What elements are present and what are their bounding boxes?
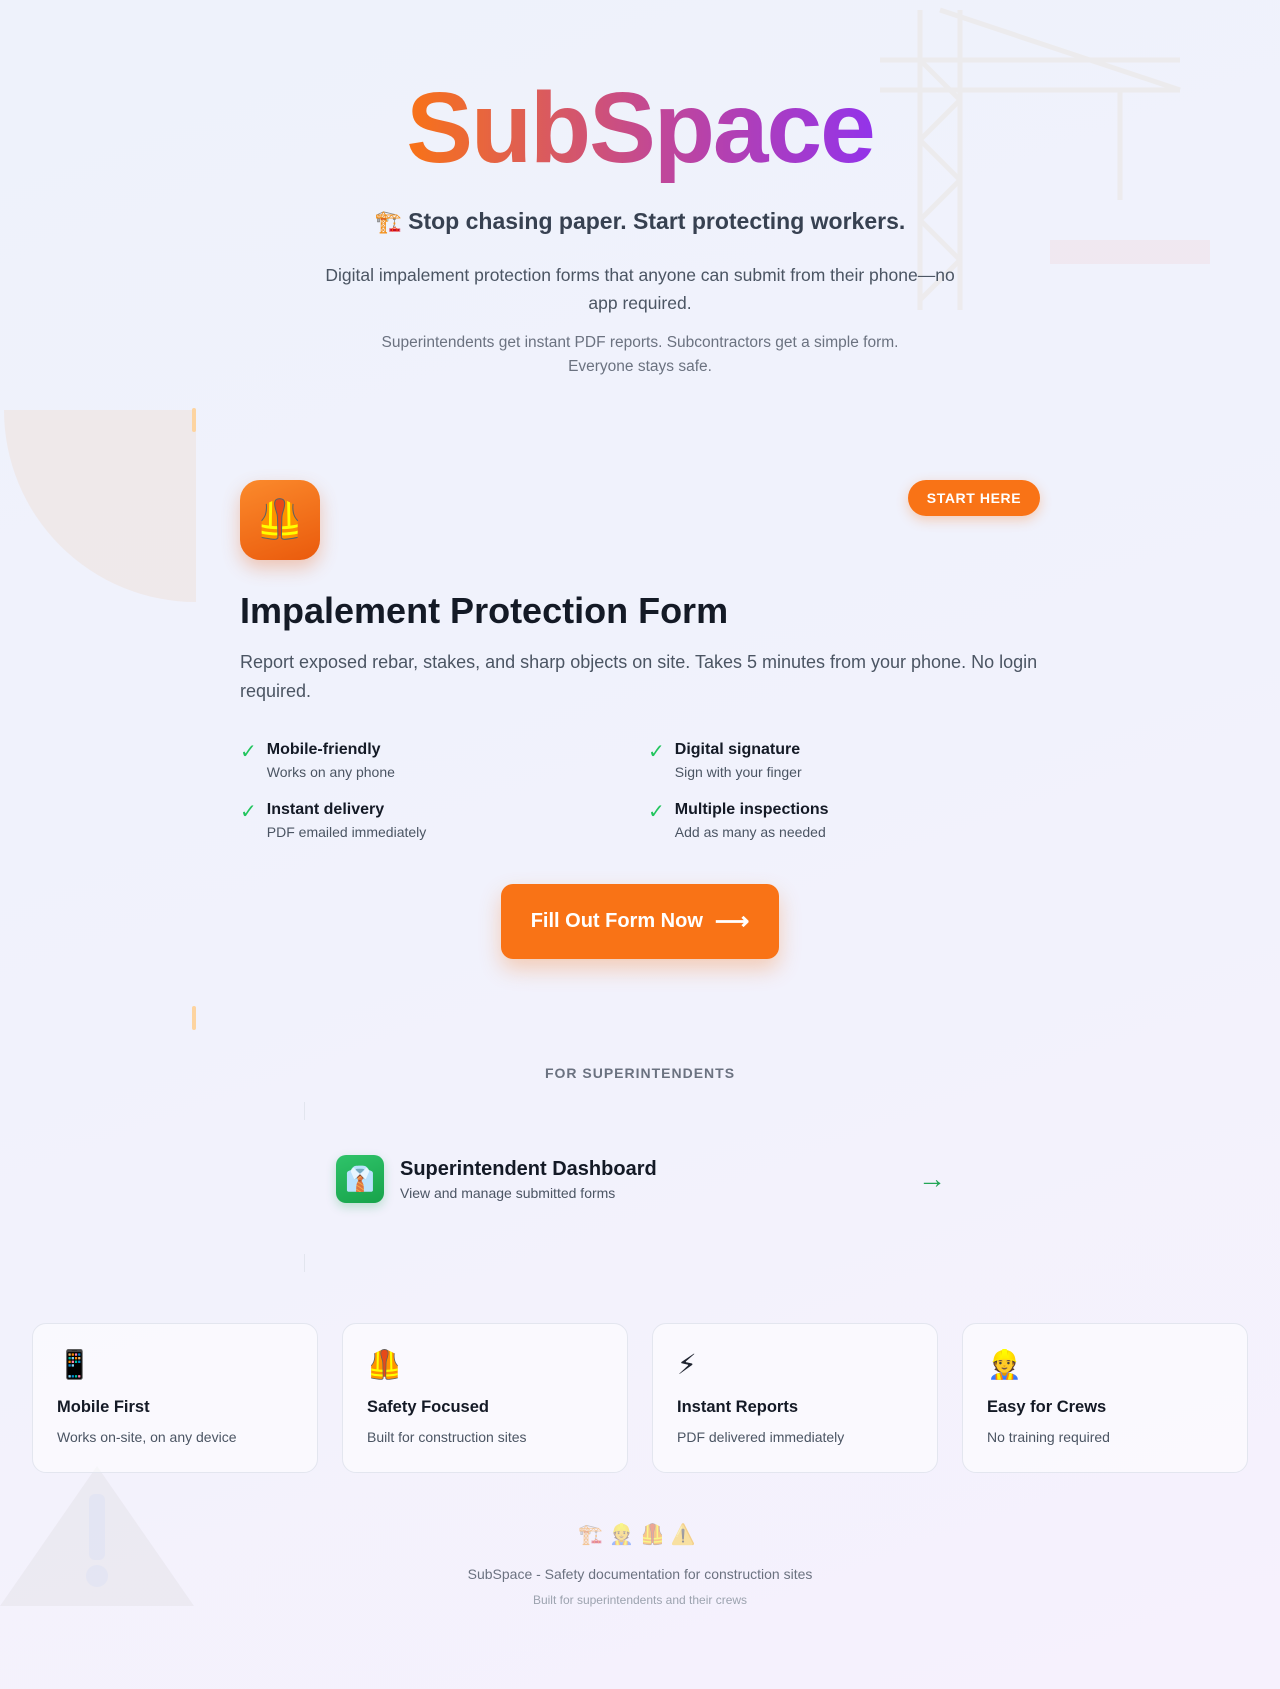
decorative-accent-mark: [192, 408, 196, 432]
card-subtitle: No training required: [987, 1429, 1110, 1445]
crane-icon: 🏗️: [374, 208, 403, 234]
tagline-text: Stop chasing paper. Start protecting wor…: [408, 208, 906, 234]
card-subtitle: Built for construction sites: [367, 1429, 527, 1445]
form-title: Impalement Protection Form: [240, 590, 729, 631]
dashboard-title: Superintendent Dashboard: [400, 1157, 657, 1180]
hero-lead: Digital impalement protection forms that…: [325, 265, 955, 313]
necktie-icon: 👔: [336, 1155, 384, 1203]
construction-worker-icon: 👷: [987, 1349, 1022, 1380]
arrow-right-icon: →: [918, 1163, 946, 1194]
feature-title: Instant delivery: [266, 801, 385, 818]
footer-subtext: Built for superintendents and their crew…: [532, 1593, 748, 1607]
cta-label: Fill Out Form Now: [530, 910, 703, 932]
feature-item: ✓ Instant delivery PDF emailed immediate…: [240, 800, 648, 840]
hero-section: SubSpace 🏗️ Stop chasing paper. Start pr…: [0, 72, 1280, 379]
feature-cards: 📱 Mobile First Works on-site, on any dev…: [32, 1323, 1248, 1473]
dashboard-subtitle: View and manage submitted forms: [400, 1184, 616, 1201]
lightning-icon: ⚡: [677, 1349, 697, 1380]
feature-title: Multiple inspections: [674, 801, 829, 818]
check-icon: ✓: [240, 741, 257, 763]
arrow-right-icon: ⟶: [714, 908, 750, 935]
divider: [304, 1102, 305, 1120]
feature-subtitle: Add as many as needed: [674, 824, 826, 840]
feature-card: ⚡ Instant Reports PDF delivered immediat…: [652, 1323, 938, 1473]
feature-subtitle: Sign with your finger: [674, 764, 802, 780]
decorative-accent-mark: [192, 1006, 196, 1030]
feature-item: ✓ Multiple inspections Add as many as ne…: [648, 800, 1040, 840]
feature-card: 🦺 Safety Focused Built for construction …: [342, 1323, 628, 1473]
safety-vest-icon: 🦺: [367, 1349, 402, 1380]
tagline: 🏗️ Stop chasing paper. Start protecting …: [0, 208, 1280, 235]
form-description: Report exposed rebar, stakes, and sharp …: [240, 652, 1038, 701]
feature-subtitle: PDF emailed immediately: [266, 824, 427, 840]
decorative-quarter-circle: [4, 410, 196, 602]
card-title: Mobile First: [57, 1398, 150, 1416]
start-here-badge: START HERE: [908, 480, 1040, 516]
feature-card: 📱 Mobile First Works on-site, on any dev…: [32, 1323, 318, 1473]
card-title: Instant Reports: [677, 1398, 799, 1416]
check-icon: ✓: [240, 801, 257, 823]
section-label-superintendents: FOR SUPERINTENDENTS: [544, 1065, 736, 1081]
feature-item: ✓ Digital signature Sign with your finge…: [648, 740, 1040, 780]
check-icon: ✓: [648, 801, 665, 823]
card-subtitle: PDF delivered immediately: [677, 1429, 845, 1445]
card-title: Easy for Crews: [987, 1398, 1107, 1416]
footer-text: SubSpace - Safety documentation for cons…: [467, 1566, 813, 1582]
footer-icons: 🏗️👷🦺⚠️: [578, 1524, 702, 1546]
superintendent-dashboard-link[interactable]: 👔 Superintendent Dashboard View and mana…: [336, 1154, 956, 1204]
hero-sublead: Superintendents get instant PDF reports.…: [381, 334, 899, 375]
safety-vest-icon: 🦺: [240, 480, 320, 560]
fill-out-form-button[interactable]: Fill Out Form Now ⟶: [501, 884, 779, 959]
card-subtitle: Works on-site, on any device: [57, 1429, 237, 1445]
feature-item: ✓ Mobile-friendly Works on any phone: [240, 740, 648, 780]
feature-card: 👷 Easy for Crews No training required: [962, 1323, 1248, 1473]
feature-subtitle: Works on any phone: [266, 764, 395, 780]
feature-title: Digital signature: [674, 741, 801, 758]
divider: [304, 1254, 305, 1272]
feature-list: ✓ Mobile-friendly Works on any phone ✓ D…: [240, 740, 1040, 840]
feature-title: Mobile-friendly: [266, 741, 381, 758]
check-icon: ✓: [648, 741, 665, 763]
brand-logo: SubSpace: [406, 72, 875, 184]
mobile-phone-icon: 📱: [57, 1349, 92, 1380]
card-title: Safety Focused: [367, 1398, 489, 1416]
